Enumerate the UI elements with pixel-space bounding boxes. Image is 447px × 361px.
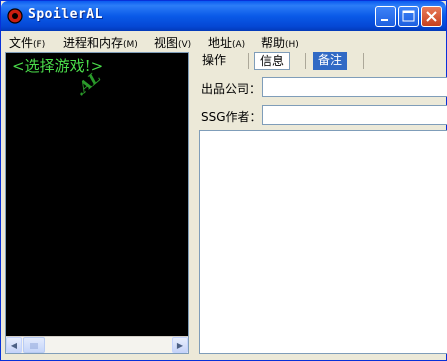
- menu-process-memory-accel: (M): [123, 40, 138, 50]
- tab-divider: [363, 53, 364, 69]
- author-label: SSG作者：: [201, 110, 262, 124]
- menu-view-label: 视图: [154, 36, 179, 50]
- minimize-icon: [381, 19, 388, 21]
- maximize-button[interactable]: [398, 6, 419, 27]
- close-icon: [426, 11, 437, 22]
- author-field[interactable]: [262, 105, 447, 125]
- publisher-label: 出品公司：: [201, 82, 262, 96]
- maximize-icon: [402, 10, 415, 22]
- menu-address-accel: (A): [232, 40, 246, 50]
- tab-notes[interactable]: 备注: [313, 52, 348, 70]
- menu-address-label: 地址: [208, 36, 233, 50]
- tab-operation[interactable]: 操作: [197, 52, 231, 70]
- scroll-left-button[interactable]: ◀: [6, 337, 22, 353]
- tab-divider: [305, 53, 306, 69]
- menu-process-memory-label: 进程和内存: [63, 36, 124, 50]
- window-title: SpoilerAL: [28, 7, 103, 22]
- menu-file-accel: (F): [33, 40, 46, 50]
- menu-view-accel: (V): [178, 40, 192, 50]
- menu-address[interactable]: 地址(A): [208, 34, 245, 51]
- menu-help-accel: (H): [285, 40, 299, 50]
- publisher-field[interactable]: [262, 77, 447, 97]
- tab-strip: 操作 信息 备注: [197, 51, 447, 71]
- menu-help-label: 帮助: [261, 36, 286, 50]
- menu-help[interactable]: 帮助(H): [261, 34, 299, 51]
- menu-process-memory[interactable]: 进程和内存(M): [63, 34, 138, 51]
- window-bottom-border: [1, 354, 446, 360]
- tab-divider: [248, 53, 249, 69]
- title-bar[interactable]: SpoilerAL: [1, 1, 446, 31]
- menu-file[interactable]: 文件(F): [9, 34, 45, 51]
- arrow-left-icon: ◀: [10, 341, 18, 350]
- grip-icon: [30, 343, 38, 349]
- arrow-right-icon: ▶: [176, 341, 184, 350]
- game-tree-pane[interactable]: <选择游戏!> .AL ◀ ▶: [5, 52, 189, 354]
- close-button[interactable]: [421, 6, 442, 27]
- app-icon: [7, 8, 23, 24]
- horizontal-scrollbar[interactable]: ◀ ▶: [6, 336, 188, 353]
- tab-info[interactable]: 信息: [254, 52, 291, 70]
- scroll-thumb[interactable]: [23, 337, 45, 353]
- menu-view[interactable]: 视图(V): [154, 34, 191, 51]
- scroll-right-button[interactable]: ▶: [172, 337, 188, 353]
- notes-area[interactable]: [199, 130, 447, 354]
- main-window: SpoilerAL 文件(F) 进程和内存(M) 视图(V) 地址(A) 帮助(…: [0, 0, 447, 361]
- menu-bar: 文件(F) 进程和内存(M) 视图(V) 地址(A) 帮助(H): [1, 31, 446, 51]
- menu-file-label: 文件: [9, 36, 34, 50]
- minimize-button[interactable]: [375, 6, 396, 27]
